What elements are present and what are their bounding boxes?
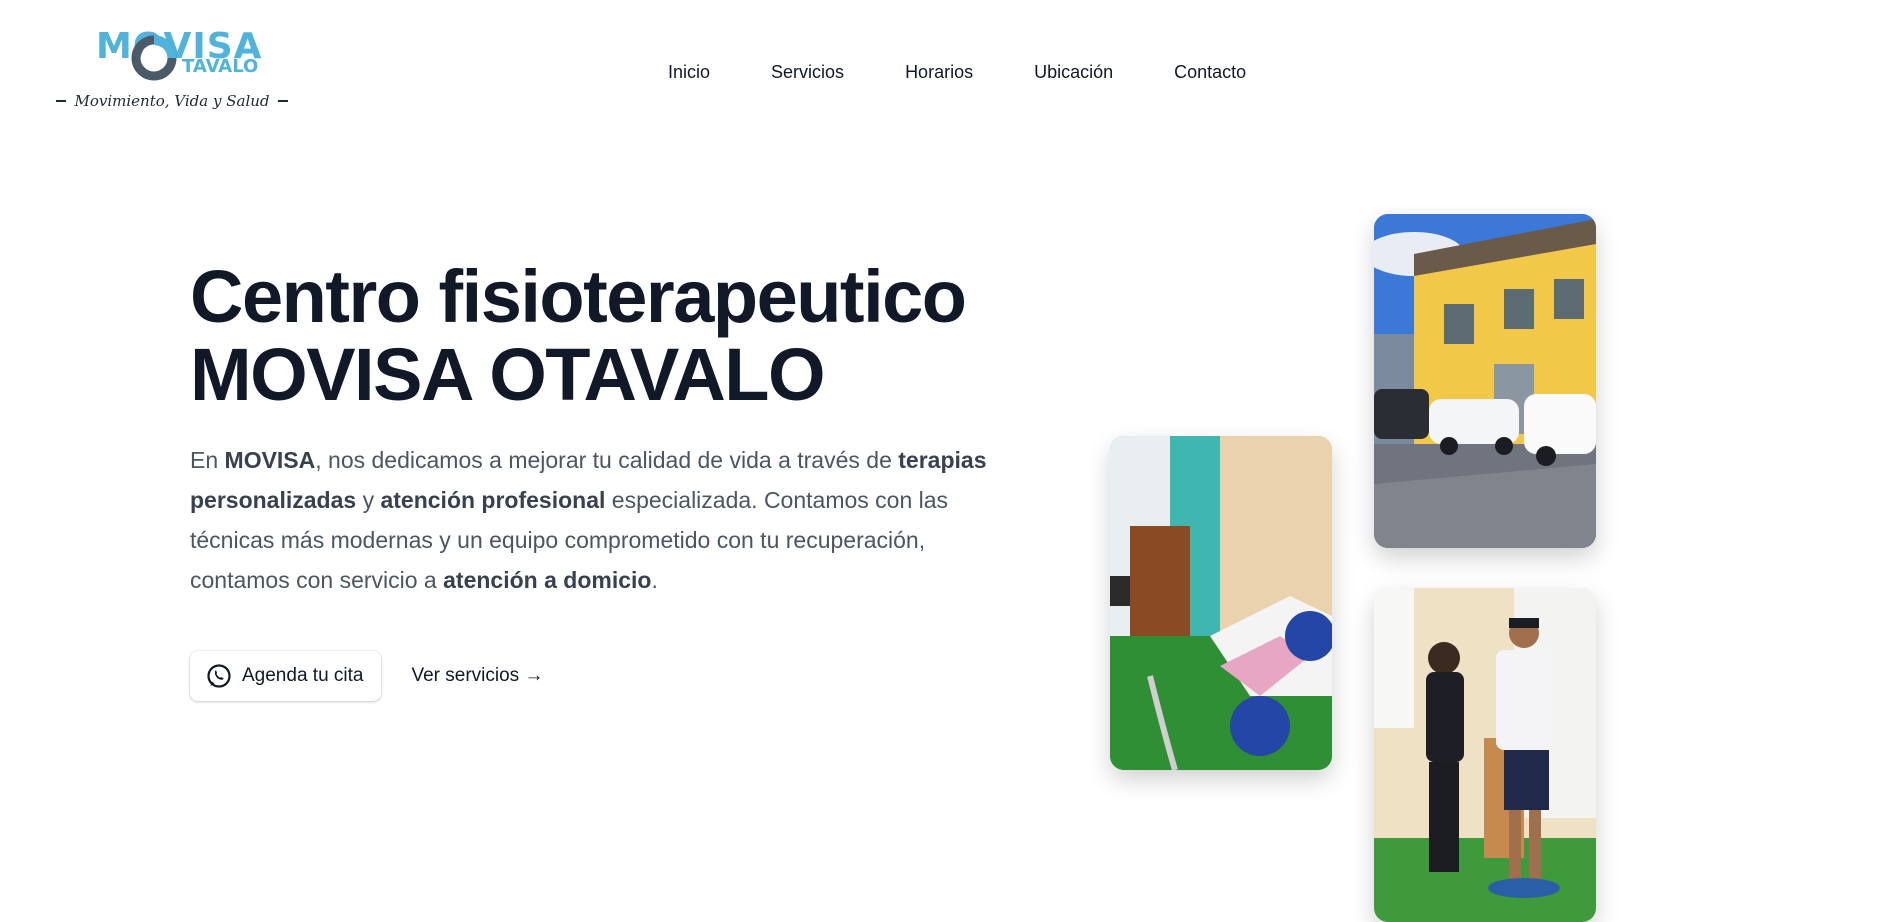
nav-item-ubicacion[interactable]: Ubicación <box>1034 62 1113 83</box>
desc-bold-domicio: atención a domicio <box>443 567 652 593</box>
tagline-dash-left <box>56 100 67 102</box>
building-exterior-photo <box>1374 214 1596 548</box>
logo-tagline: Movimiento, Vida y Salud <box>56 92 288 110</box>
view-services-link[interactable]: Ver servicios → <box>411 665 543 687</box>
desc-bold-movisa: MOVISA <box>224 447 316 473</box>
logo-word-bottom: TAVALO <box>182 56 259 77</box>
hero-title-line1: Centro fisioterapeutico <box>190 255 967 338</box>
hero-description: En MOVISA, nos dedicamos a mejorar tu ca… <box>190 440 1030 600</box>
desc-text-1: En <box>190 447 225 473</box>
site-header: MOVISA TAVALO Movimiento, Vida y Salud I… <box>0 0 1895 140</box>
nav-item-contacto[interactable]: Contacto <box>1174 62 1246 83</box>
hero-title: Centro fisioterapeutico MOVISA OTAVALO <box>190 258 1090 414</box>
desc-text-3: y <box>356 487 381 513</box>
desc-text-5: . <box>651 567 658 593</box>
tagline-dash-right <box>277 100 288 102</box>
therapy-room-photo <box>1110 436 1332 770</box>
nav-item-horarios[interactable]: Horarios <box>905 62 973 83</box>
tagline-text: Movimiento, Vida y Salud <box>74 92 270 110</box>
book-appointment-button[interactable]: Agenda tu cita <box>190 651 382 701</box>
desc-bold-atencion: atención profesional <box>380 487 606 513</box>
book-appointment-label: Agenda tu cita <box>242 665 364 686</box>
nav-item-servicios[interactable]: Servicios <box>771 62 844 83</box>
logo-mark: MOVISA TAVALO <box>96 26 266 84</box>
logo-swirl-icon <box>131 35 177 81</box>
therapist-patient-photo <box>1374 588 1596 922</box>
main-nav: Inicio Servicios Horarios Ubicación Cont… <box>668 62 1246 83</box>
hero-cta-group: Agenda tu cita Ver servicios → <box>190 651 543 701</box>
desc-text-2: , nos dedicamos a mejorar tu calidad de … <box>315 447 899 473</box>
logo[interactable]: MOVISA TAVALO Movimiento, Vida y Salud <box>56 26 296 126</box>
whatsapp-icon <box>207 664 231 688</box>
hero-title-line2: MOVISA OTAVALO <box>190 333 826 416</box>
nav-item-inicio[interactable]: Inicio <box>668 62 710 83</box>
